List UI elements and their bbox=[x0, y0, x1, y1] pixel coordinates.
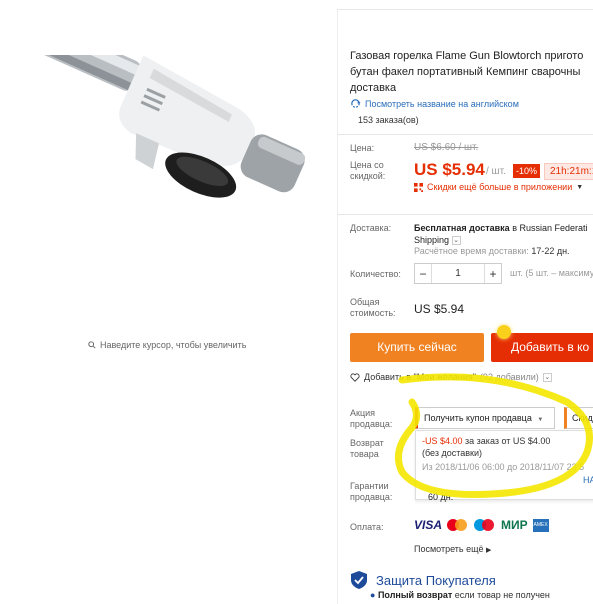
separator bbox=[338, 134, 593, 135]
quantity-minus-button[interactable]: − bbox=[415, 267, 431, 281]
quantity-label: Количество: bbox=[350, 269, 401, 279]
app-discount-link[interactable]: Скидки ещё больше в приложении ▼ bbox=[414, 182, 583, 192]
coupon-dropdown: -US $4.00 за заказ от US $4.00 (без дост… bbox=[415, 430, 593, 500]
seller-promo-label-line2: продавца: bbox=[350, 419, 393, 429]
maestro-icon bbox=[474, 518, 496, 532]
title-line-2: бутан факел портативный Кемпинг сварочны bbox=[350, 66, 581, 78]
top-strip bbox=[337, 0, 593, 10]
returns-label: Возврат товара bbox=[350, 438, 384, 460]
title-line-3: доставка bbox=[350, 82, 397, 94]
shipping-method: Shipping bbox=[414, 235, 450, 245]
wishlist-count: (92 добавили) bbox=[479, 372, 539, 382]
coupon-amount: -US $4.00 bbox=[422, 436, 463, 446]
seller-coupon-select[interactable]: Получить купон продавца ▼ bbox=[415, 407, 555, 429]
payment-methods: VISA МИР AMEX bbox=[414, 518, 549, 532]
coupon-condition: за заказ от US $4.00 bbox=[465, 436, 551, 446]
magnifier-icon bbox=[88, 341, 96, 349]
shipping-label: Доставка: bbox=[350, 223, 392, 233]
chevron-down-icon: ▼ bbox=[576, 183, 584, 191]
buyer-protection-line: ● Полный возврат если товар не получен bbox=[370, 590, 550, 600]
app-discount-text: Скидки ещё больше в приложении bbox=[427, 182, 573, 192]
discount-badge: -10% bbox=[513, 164, 541, 178]
quantity-input[interactable]: 1 bbox=[431, 264, 485, 283]
delivery-time-label: Расчётное время доставки: bbox=[414, 246, 529, 256]
seller-coupon-select-text: Получить купон продавца bbox=[424, 413, 532, 423]
delivery-time-value: 17-22 дн. bbox=[531, 246, 570, 256]
heart-icon bbox=[350, 372, 360, 382]
old-price: US $6.60 / шт. bbox=[414, 142, 479, 153]
free-shipping-text: Бесплатная доставка bbox=[414, 223, 510, 233]
zoom-hint: Наведите курсор, чтобы увеличить bbox=[88, 340, 246, 350]
payment-label: Оплата: bbox=[350, 522, 384, 532]
warranty-value: 60 дн. bbox=[428, 492, 454, 502]
cart-badge-icon bbox=[497, 325, 511, 339]
total-label: Общая стоимость: bbox=[350, 297, 396, 319]
returns-label-line2: товара bbox=[350, 449, 379, 459]
discount-price-label: Цена со скидкой: bbox=[350, 160, 385, 182]
product-image[interactable] bbox=[0, 55, 340, 305]
product-title: Газовая горелка Flame Gun Blowtorch приг… bbox=[350, 48, 593, 96]
discount-price-label-line2: скидкой: bbox=[350, 171, 386, 181]
price-label: Цена: bbox=[350, 143, 375, 153]
shipping-method-dropdown[interactable]: ⌄ bbox=[451, 236, 461, 246]
buyer-protection-title: Защита Покупателя bbox=[376, 572, 496, 588]
coupon-shipping-note: (без доставки) bbox=[422, 448, 483, 458]
shipping-destination[interactable]: в Russian Federati bbox=[512, 223, 587, 233]
translate-link-text: Посмотреть название на английском bbox=[365, 98, 519, 109]
full-refund-text: Полный возврат bbox=[377, 590, 453, 600]
wishlist-text: Добавить в "Мои желания" bbox=[364, 372, 476, 382]
product-gallery: Наведите курсор, чтобы увеличить bbox=[0, 0, 337, 604]
buyer-protection: Защита Покупателя bbox=[350, 570, 496, 590]
check-icon: ● bbox=[370, 590, 376, 600]
per-unit: / шт. bbox=[486, 166, 506, 177]
shield-icon bbox=[351, 571, 367, 589]
shipping-info: Бесплатная доставка в Russian Federati S… bbox=[414, 222, 588, 246]
zoom-hint-text: Наведите курсор, чтобы увеличить bbox=[100, 340, 247, 350]
title-line-1: Газовая горелка Flame Gun Blowtorch приг… bbox=[350, 50, 584, 62]
orders-count: 153 заказа(ов) bbox=[358, 115, 419, 125]
coupon-terms: -US $4.00 за заказ от US $4.00 bbox=[422, 436, 550, 446]
wishlist-dropdown[interactable]: ⌄ bbox=[542, 372, 552, 382]
more-payment-link[interactable]: Посмотреть ещё ▶ bbox=[414, 544, 491, 554]
coupon-validity: Из 2018/11/06 06:00 до 2018/11/07 23:5 bbox=[422, 462, 585, 472]
returns-label-line1: Возврат bbox=[350, 438, 384, 448]
add-to-wishlist-link[interactable]: Добавить в "Мои желания" (92 добавили) ⌄ bbox=[350, 372, 552, 382]
seller-promo-label-line1: Акция bbox=[350, 408, 375, 418]
seller-promo-label: Акция продавца: bbox=[350, 408, 392, 430]
qr-icon bbox=[414, 182, 423, 192]
countdown-timer: 21h:21m:1 bbox=[544, 163, 593, 180]
product-details: Газовая горелка Flame Gun Blowtorch приг… bbox=[338, 10, 593, 604]
buy-now-button[interactable]: Купить сейчас bbox=[350, 333, 484, 362]
mastercard-icon bbox=[447, 518, 469, 532]
warranty-label: Гарантии продавца: bbox=[350, 481, 392, 503]
delivery-time: Расчётное время доставки: 17-22 дн. bbox=[414, 246, 570, 256]
more-payment-text: Посмотреть ещё bbox=[414, 544, 484, 554]
warranty-label-line1: Гарантии bbox=[350, 481, 389, 491]
total-label-line1: Общая bbox=[350, 297, 380, 307]
quantity-plus-button[interactable]: + bbox=[485, 267, 501, 281]
chevron-right-icon: ▶ bbox=[486, 547, 492, 554]
translate-icon bbox=[351, 99, 361, 108]
discount-price: US $5.94 bbox=[414, 160, 485, 179]
seller-discount-select[interactable]: Скидк bbox=[564, 407, 593, 429]
full-refund-condition: если товар не получен bbox=[454, 590, 550, 600]
translate-title-link[interactable]: Посмотреть название на английском bbox=[350, 98, 519, 109]
amex-icon: AMEX bbox=[532, 518, 549, 532]
mir-icon: МИР bbox=[501, 518, 528, 532]
quantity-stepper: − 1 + bbox=[414, 263, 502, 284]
warranty-label-line2: продавца: bbox=[350, 492, 393, 502]
quantity-note: шт. (5 шт. – максимум н bbox=[510, 268, 593, 278]
chevron-down-icon: ▼ bbox=[537, 417, 544, 423]
total-price: US $5.94 bbox=[414, 302, 465, 316]
total-label-line2: стоимость: bbox=[350, 308, 396, 318]
coupon-find-link[interactable]: НАЙ bbox=[583, 475, 593, 485]
visa-icon: VISA bbox=[414, 518, 443, 532]
discount-price-label-line1: Цена со bbox=[350, 160, 384, 170]
separator bbox=[338, 214, 593, 215]
